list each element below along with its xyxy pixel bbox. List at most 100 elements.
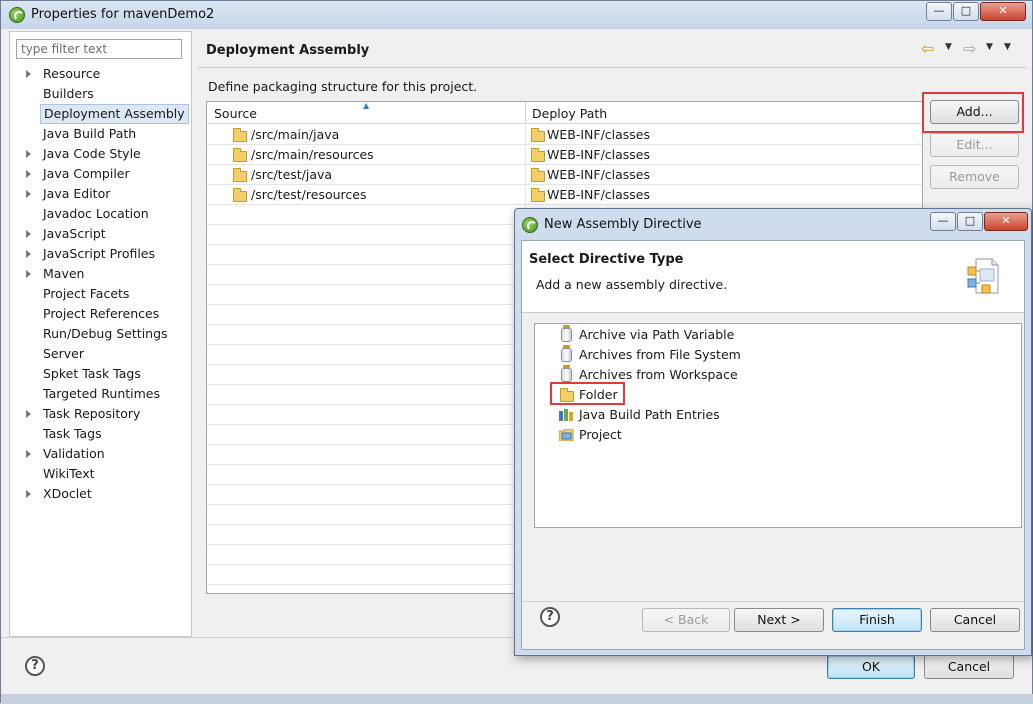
tree-item[interactable]: JavaScript [10,224,191,244]
tree-item-label: Project Facets [43,286,130,301]
header-divider [197,67,1027,68]
directive-type-list[interactable]: Archive via Path Variable Archives from F… [534,323,1022,528]
folder-icon [531,148,545,162]
tree-item[interactable]: Maven [10,264,191,284]
dialog-close-button[interactable]: ✕ [984,212,1028,231]
back-dropdown-icon[interactable]: ▼ [945,42,952,52]
table-row[interactable]: /src/main/resources WEB-INF/classes [207,145,922,165]
view-menu-icon[interactable]: ▼ [1004,42,1011,52]
dialog-cancel-button[interactable]: Cancel [930,608,1020,632]
expand-arrow-icon[interactable] [26,250,31,258]
window-titlebar[interactable]: Properties for mavenDemo2 — □ ✕ [1,1,1032,29]
tree-item-label: Project References [43,306,160,321]
tree-item-label: Server [43,346,84,361]
tree-item-label: Builders [43,86,94,101]
tree-item[interactable]: WikiText [10,464,191,484]
tree-item-label: JavaScript Profiles [43,246,156,261]
expand-arrow-icon[interactable] [26,410,31,418]
tree-item-label: Task Repository [43,406,141,421]
tree-item[interactable]: Task Repository [10,404,191,424]
column-divider[interactable] [525,102,526,124]
filter-input[interactable] [16,39,182,59]
page-description: Define packaging structure for this proj… [208,79,478,94]
deploy-path-cell: WEB-INF/classes [547,187,651,202]
tree-item-label: JavaScript [43,226,106,241]
back-button[interactable]: < Back [642,608,730,632]
tree-item[interactable]: Javadoc Location [10,204,191,224]
tree-item[interactable]: Java Code Style [10,144,191,164]
directive-item-label: Java Build Path Entries [579,407,720,422]
expand-arrow-icon[interactable] [26,490,31,498]
tree-item[interactable]: Project Facets [10,284,191,304]
tree-item[interactable]: Targeted Runtimes [10,384,191,404]
folder-icon [233,148,247,162]
jar-icon [561,325,572,342]
expand-arrow-icon[interactable] [26,230,31,238]
table-row[interactable]: /src/test/resources WEB-INF/classes [207,185,922,205]
tree-item[interactable]: Spket Task Tags [10,364,191,384]
tree-item-label: Deployment Assembly [40,104,189,124]
tree-item-label: Validation [43,446,105,461]
tree-item-label: Javadoc Location [43,206,149,221]
dialog-maximize-button[interactable]: □ [957,212,983,231]
dialog-help-icon[interactable]: ? [540,607,560,627]
remove-button[interactable]: Remove [930,165,1019,189]
directive-item[interactable]: Project [535,425,1021,445]
directive-item-label: Archive via Path Variable [579,327,735,342]
column-divider [525,165,526,185]
directive-item[interactable]: Archives from File System [535,345,1021,365]
tree-item[interactable]: XDoclet [10,484,191,504]
folder-icon [531,188,545,202]
folder-icon [233,128,247,142]
expand-arrow-icon[interactable] [26,70,31,78]
dialog-app-icon [522,217,538,233]
next-button[interactable]: Next > [734,608,824,632]
expand-arrow-icon[interactable] [26,270,31,278]
tree-item[interactable]: Java Build Path [10,124,191,144]
tree-item[interactable]: Project References [10,304,191,324]
finish-button[interactable]: Finish [832,608,922,632]
expand-arrow-icon[interactable] [26,150,31,158]
category-tree-pane: Resource Builders Deployment Assembly Java … [9,31,192,637]
ok-button[interactable]: OK [827,655,915,679]
tree-item[interactable]: Run/Debug Settings [10,324,191,344]
forward-arrow-icon[interactable]: ⇨ [963,39,976,58]
tree-item-label: Java Build Path [43,126,137,141]
help-icon[interactable]: ? [25,656,45,676]
dialog-body: Select Directive Type Add a new assembly… [521,240,1025,650]
tree-item[interactable]: JavaScript Profiles [10,244,191,264]
dialog-minimize-button[interactable]: — [930,212,956,231]
expand-arrow-icon[interactable] [26,170,31,178]
dialog-title: New Assembly Directive [544,217,702,232]
source-cell: /src/main/java [251,127,340,142]
expand-arrow-icon[interactable] [26,190,31,198]
tree-item[interactable]: Deployment Assembly [10,104,191,124]
close-button[interactable]: ✕ [980,2,1026,21]
table-row[interactable]: /src/test/java WEB-INF/classes [207,165,922,185]
forward-dropdown-icon[interactable]: ▼ [986,42,993,52]
back-arrow-icon[interactable]: ⇦ [921,39,934,58]
directive-item[interactable]: Archive via Path Variable [535,325,1021,345]
column-header-deploy-path[interactable]: Deploy Path [532,106,607,121]
maximize-button[interactable]: □ [953,2,979,21]
minimize-button[interactable]: — [926,2,952,21]
tree-item[interactable]: Validation [10,444,191,464]
expand-arrow-icon[interactable] [26,450,31,458]
tree-item[interactable]: Java Compiler [10,164,191,184]
folder-icon [531,168,545,182]
folder-icon [531,128,545,142]
tree-item[interactable]: Builders [10,84,191,104]
directive-item[interactable]: Java Build Path Entries [535,405,1021,425]
table-row[interactable]: /src/main/java WEB-INF/classes [207,125,922,145]
edit-button[interactable]: Edit... [930,133,1019,157]
dialog-titlebar[interactable]: New Assembly Directive — □ ✕ [515,209,1031,239]
tree-item[interactable]: Java Editor [10,184,191,204]
tree-item-label: Run/Debug Settings [43,326,168,341]
window-title: Properties for mavenDemo2 [31,7,215,22]
tree-item[interactable]: Server [10,344,191,364]
tree-item[interactable]: Resource [10,64,191,84]
tree-item[interactable]: Task Tags [10,424,191,444]
cancel-button[interactable]: Cancel [924,655,1014,679]
add-highlight-box [922,92,1024,133]
column-header-source[interactable]: Source [214,106,257,121]
